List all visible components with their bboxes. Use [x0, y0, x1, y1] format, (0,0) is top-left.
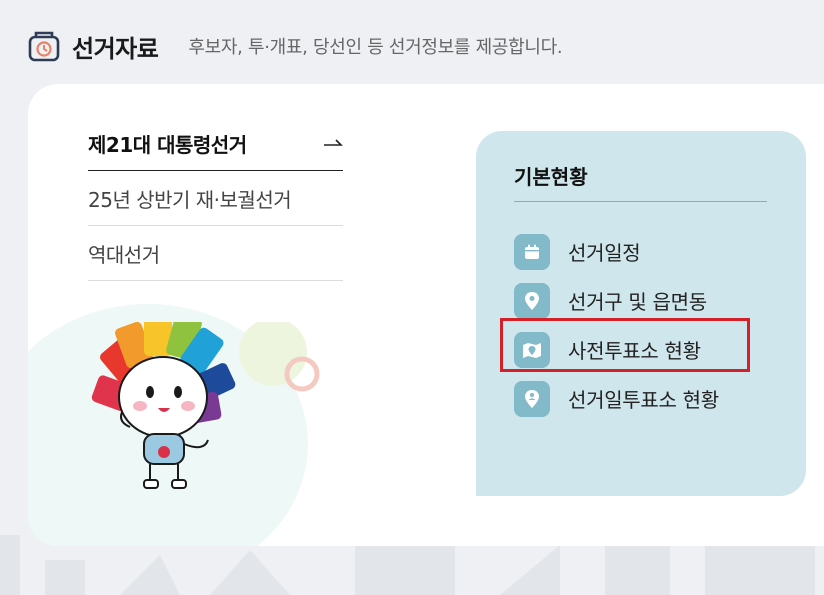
main-card: 제21대 대통령선거 25년 상반기 재·보궐선거 역대선거 기본현황 선거일정… — [28, 84, 824, 546]
panel-title: 기본현황 — [514, 161, 767, 202]
ballot-box-icon — [28, 31, 60, 62]
mascot-illustration — [91, 322, 320, 489]
arrow-right-icon — [324, 139, 343, 146]
election-item-21st-presidential[interactable]: 제21대 대통령선거 — [88, 116, 343, 171]
section-header: 선거자료 후보자, 투·개표, 당선인 등 선거정보를 제공합니다. — [28, 26, 563, 66]
calendar-icon — [514, 233, 550, 270]
link-label: 선거일투표소 현황 — [568, 388, 719, 412]
link-label: 선거구 및 읍면동 — [568, 290, 707, 314]
link-election-schedule[interactable]: 선거일정 — [514, 227, 719, 276]
link-label: 선거일정 — [568, 241, 641, 265]
election-item-label: 제21대 대통령선거 — [88, 132, 247, 157]
selection-highlight-box — [500, 318, 750, 372]
basic-status-panel: 기본현황 선거일정 선거구 및 읍면동 사전투표소 현황 선거일투표소 현황 — [476, 131, 806, 496]
election-item-label: 25년 상반기 재·보궐선거 — [88, 187, 292, 212]
person-pin-icon — [514, 380, 550, 417]
page-title: 선거자료 — [72, 34, 159, 63]
election-list: 제21대 대통령선거 25년 상반기 재·보궐선거 역대선거 — [88, 116, 343, 281]
location-pin-icon — [514, 282, 550, 319]
page-description: 후보자, 투·개표, 당선인 등 선거정보를 제공합니다. — [188, 37, 563, 58]
election-item-past-elections[interactable]: 역대선거 — [88, 226, 343, 281]
election-item-label: 역대선거 — [88, 242, 160, 267]
link-election-day-stations[interactable]: 선거일투표소 현황 — [514, 374, 719, 423]
election-item-2025-by-election[interactable]: 25년 상반기 재·보궐선거 — [88, 171, 343, 226]
